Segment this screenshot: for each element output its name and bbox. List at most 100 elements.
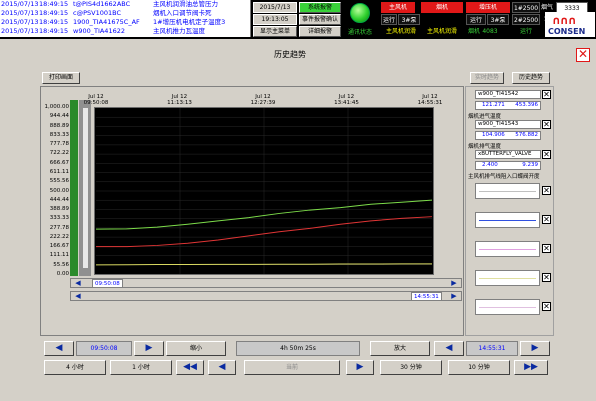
legend-tag-2[interactable]: w900_TI41543 [475, 120, 541, 129]
time-scroll-bar-2[interactable]: ◀ ▶ [70, 291, 462, 301]
legend-remove-icon[interactable]: ✕ [542, 150, 551, 159]
legend-title-2: 烟机进气温度 [468, 114, 502, 120]
close-icon[interactable]: ✕ [576, 48, 590, 62]
y-scroll-thumb[interactable] [83, 108, 88, 268]
zoom-control-row: ◀ 09:50:08 ▶ 缩小 4h 50m 25s 放大 ◀ 14:55:31… [40, 340, 552, 357]
consen-logo-mark-icon: ∩∩∩ [552, 14, 577, 27]
y-tick-label: 1,000.00 [44, 104, 70, 110]
legend-range-2: 104.906 576.882 [475, 131, 541, 140]
fast-rewind-icon[interactable]: ◀◀ [176, 360, 204, 375]
pen-slot[interactable] [475, 241, 540, 257]
alarm-desc: 主风机润滑油总管压力 [153, 0, 218, 8]
trend-plot[interactable] [94, 107, 434, 275]
current-time-button[interactable]: 当前 [244, 360, 340, 375]
legend-remove-icon[interactable]: ✕ [542, 90, 551, 99]
legend-range-1: 121.271 453.396 [475, 101, 541, 110]
legend-tag-1[interactable]: w900_TI41542 [475, 90, 541, 99]
alarm-time: 18:49:15 [39, 0, 69, 8]
alarm-date: 2015/07/13 [1, 0, 38, 8]
legend-remove-icon[interactable]: ✕ [542, 186, 551, 195]
alarm-time: 18:49:15 [39, 18, 69, 26]
scroll-right-icon[interactable]: ▶ [449, 279, 459, 288]
alarm-desc: 烟机入口调节阀卡死 [153, 9, 212, 17]
alarm-list[interactable]: 2015/07/13 18:49:15 t@PIS4d1662ABC 主风机润滑… [0, 0, 251, 37]
y-tick-label: 222.22 [49, 233, 69, 240]
system-alarm-button[interactable]: 系统报警 [299, 2, 341, 13]
x-tick-label: Jul 12 11:13:13 [167, 94, 192, 106]
scroll-left-icon[interactable]: ◀ [73, 292, 83, 301]
x-tick-label: Jul 12 13:41:45 [334, 94, 359, 106]
forward-icon[interactable]: ▶ [346, 360, 374, 375]
status-cell: 4083 [482, 28, 498, 35]
main-menu-button[interactable]: 显示主菜单 [253, 26, 297, 37]
zoom-out-button[interactable]: 缩小 [166, 341, 226, 356]
pen-slot[interactable] [475, 270, 540, 286]
pen-line [479, 278, 536, 279]
scroll-right-icon[interactable]: ▶ [449, 292, 459, 301]
zoom-in-button[interactable]: 放大 [370, 341, 430, 356]
legend-remove-icon[interactable]: ✕ [542, 273, 551, 282]
span-10min-button[interactable]: 10 分钟 [448, 360, 510, 375]
y-tick-label: 444.44 [49, 196, 69, 203]
event-confirm-button[interactable]: 事件报警确认 [299, 14, 341, 25]
range-duration: 4h 50m 25s [236, 341, 360, 356]
legend-title-4: 主风机排气线阻入口蝶阀开度 [468, 174, 540, 180]
time-scroll-bar[interactable]: ◀ ▶ [70, 278, 462, 288]
status-cell: 3#泵 [487, 14, 509, 25]
history-trend-button[interactable]: 历史趋势 [512, 72, 550, 84]
legend-remove-icon[interactable]: ✕ [542, 215, 551, 224]
span-1h-button[interactable]: 1 小时 [110, 360, 172, 375]
alarm-row[interactable]: 2015/07/13 18:49:15 w900_TIA41622 主风机推力瓦… [0, 27, 250, 36]
x-tick-label: Jul 12 09:50:08 [83, 94, 109, 106]
history-trend-screen: 2015/07/13 18:49:15 t@PIS4d1662ABC 主风机润滑… [0, 0, 596, 401]
range-start-time: 09:50:08 [76, 341, 132, 356]
rewind-icon[interactable]: ◀ [208, 360, 236, 375]
legend-max: 453.396 [515, 102, 538, 108]
alarm-row[interactable]: 2015/07/13 18:49:15 c@PSV1001BC 烟机入口调节阀卡… [0, 9, 250, 18]
end-step-forward-icon[interactable]: ▶ [520, 341, 550, 356]
alarm-tag: c@PSV1001BC [73, 9, 121, 17]
scroll-start-time: 09:50:08 [92, 279, 123, 288]
y-tick-label: 833.33 [49, 131, 69, 138]
status-cell: 增压机 [466, 2, 510, 13]
page-title: 历史趋势 [274, 50, 306, 59]
status-cell: 3#泵 [398, 14, 420, 25]
detail-alarm-button[interactable]: 详细报警 [299, 26, 341, 37]
y-tick-label: 333.33 [49, 215, 69, 222]
status-cell: 主风机润滑 [426, 28, 457, 35]
span-4h-button[interactable]: 4 小时 [44, 360, 106, 375]
alarm-row[interactable]: 2015/07/13 18:49:15 1900_TIA41675C_AF 1#… [0, 18, 250, 27]
end-step-back-icon[interactable]: ◀ [434, 341, 464, 356]
y-axis-scale-bar[interactable] [70, 100, 78, 276]
legend-tag-3[interactable]: xBUTTERFLY_VALVE [475, 150, 541, 159]
legend-min: 121.271 [482, 102, 505, 108]
status-cell: 主风机 [381, 2, 415, 13]
y-tick-label: 555.56 [49, 178, 69, 185]
alarm-row[interactable]: 2015/07/13 18:49:15 t@PIS4d1662ABC 主风机润滑… [0, 0, 250, 9]
legend-remove-icon[interactable]: ✕ [542, 120, 551, 129]
step-forward-icon[interactable]: ▶ [134, 341, 164, 356]
y-tick-label: 166.67 [49, 243, 69, 250]
span-30min-button[interactable]: 30 分钟 [380, 360, 442, 375]
step-back-icon[interactable]: ◀ [44, 341, 74, 356]
alarm-desc: 主风机推力瓦温度 [153, 27, 205, 35]
y-tick-label: 611.11 [49, 168, 69, 175]
current-date: 2015/7/13 [253, 2, 297, 13]
legend-remove-icon[interactable]: ✕ [542, 244, 551, 253]
pen-slot[interactable] [475, 299, 540, 315]
pen-slot[interactable] [475, 212, 540, 228]
realtime-trend-button[interactable]: 实时趋势 [470, 72, 504, 84]
status-cell: 运行 [466, 14, 486, 25]
legend-range-3: 2.400 9.239 [475, 161, 541, 170]
print-screen-button[interactable]: 打印画面 [42, 72, 80, 84]
fast-forward-end-icon[interactable]: ▶▶ [514, 360, 548, 375]
legend-remove-icon[interactable]: ✕ [542, 302, 551, 311]
scroll-end-time: 14:55:31 [411, 292, 442, 301]
alarm-time: 18:49:15 [39, 9, 69, 17]
pen-slot[interactable] [475, 183, 540, 199]
alarm-tag: t@PIS4d1662ABC [73, 0, 131, 8]
y-tick-label: 944.44 [49, 113, 69, 120]
y-tick-label: 0.00 [56, 271, 69, 277]
pen-line [479, 220, 536, 221]
scroll-left-icon[interactable]: ◀ [73, 279, 83, 288]
